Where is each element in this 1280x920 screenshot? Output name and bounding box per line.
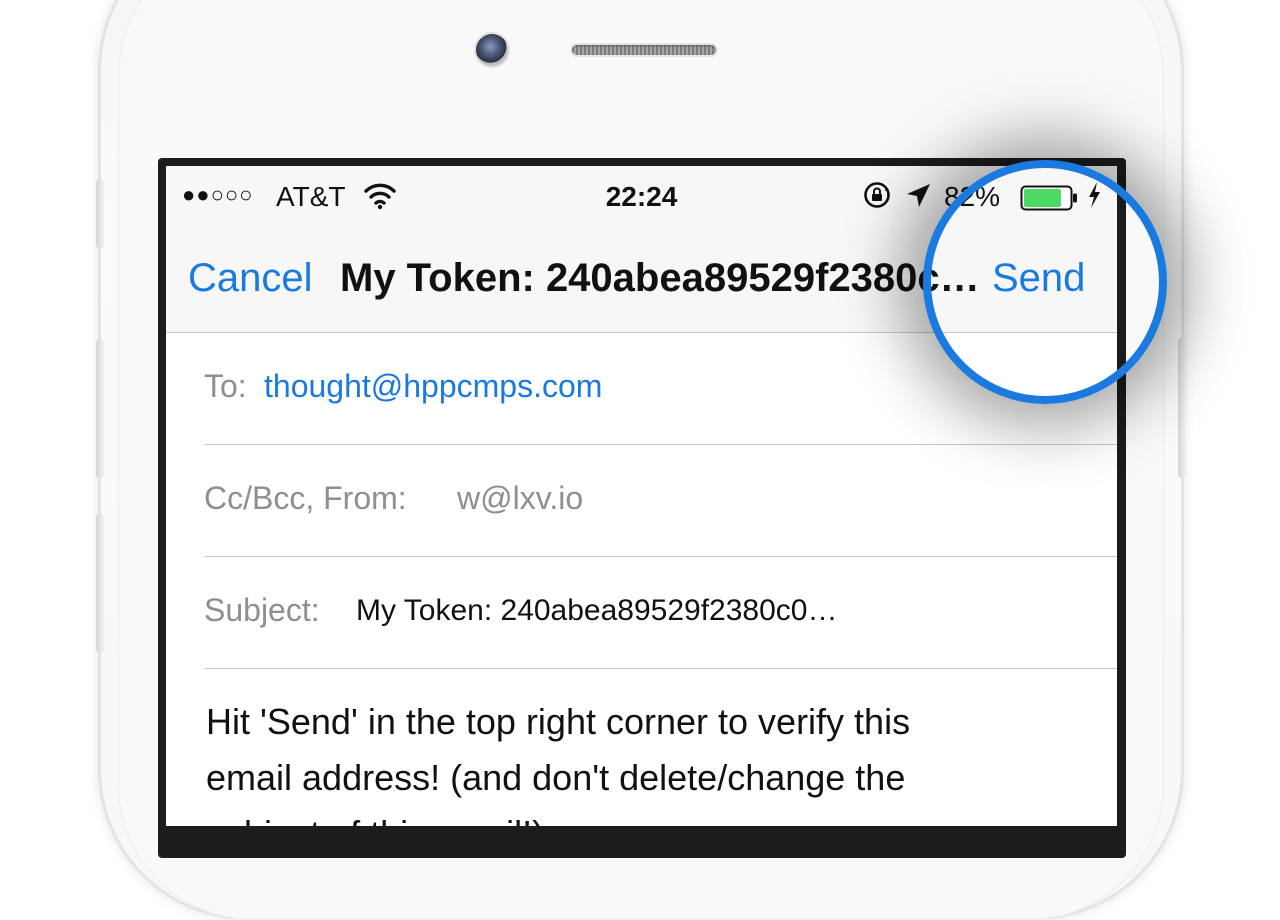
body-line: subject of this email!) [206,806,1086,826]
power-button [1178,338,1186,478]
body-line: email address! (and don't delete/change … [206,757,906,798]
message-body[interactable]: Hit 'Send' in the top right corner to ve… [206,694,1086,826]
subject-field-row[interactable]: Subject: My Token: 240abea89529f2380c0… [204,557,1117,669]
from-address[interactable]: w@lxv.io [457,480,583,517]
volume-up-button [96,340,104,478]
rotation-lock-icon [864,182,890,208]
cc-bcc-from-row[interactable]: Cc/Bcc, From: w@lxv.io [204,445,1117,557]
message-title: My Token: 240abea89529f2380c0… [340,256,980,300]
front-camera [476,34,508,66]
earpiece-speaker [572,45,716,55]
to-label: To: [204,368,247,404]
to-recipient[interactable]: thought@hppcmps.com [264,368,602,405]
location-arrow-icon [907,184,930,207]
cc-bcc-from-label: Cc/Bcc, From: [204,480,407,516]
send-highlight-circle [923,160,1167,404]
subject-label: Subject: [204,592,320,628]
mute-switch [96,180,104,248]
volume-down-button [96,514,104,652]
subject-input[interactable]: My Token: 240abea89529f2380c0… [356,594,837,628]
cancel-button[interactable]: Cancel [188,256,313,301]
body-line: Hit 'Send' in the top right corner to ve… [206,701,911,742]
